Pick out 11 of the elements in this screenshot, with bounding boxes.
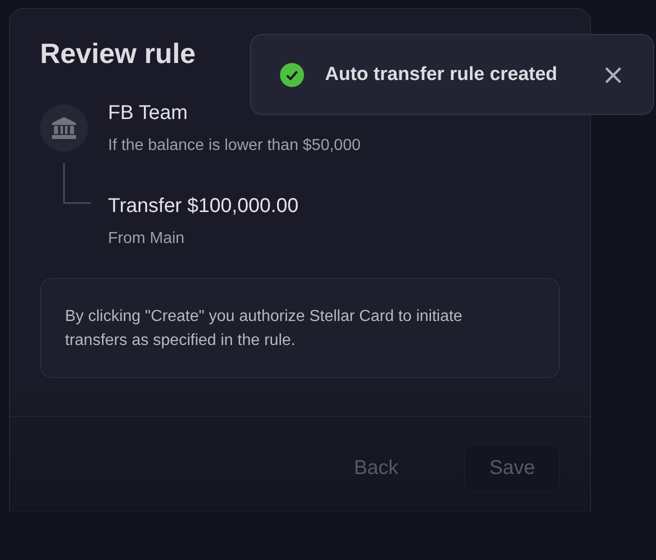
- dialog-title: Review rule: [40, 38, 197, 71]
- toast-message: Auto transfer rule created: [325, 64, 558, 86]
- bank-icon: [40, 104, 88, 152]
- close-button[interactable]: ×: [598, 60, 629, 88]
- connector-line: [63, 163, 93, 207]
- check-icon: [279, 62, 305, 88]
- transfer-amount: Transfer $100,000.00: [108, 195, 298, 218]
- rule-condition: If the balance is lower than $50,000: [108, 137, 361, 155]
- transfer-source: From Main: [108, 230, 186, 248]
- notice-text: By clicking "Create" you authorize Stellar Card to initiate transfers as specified in the rule.: [65, 307, 464, 351]
- account-name: FB Team: [108, 102, 189, 125]
